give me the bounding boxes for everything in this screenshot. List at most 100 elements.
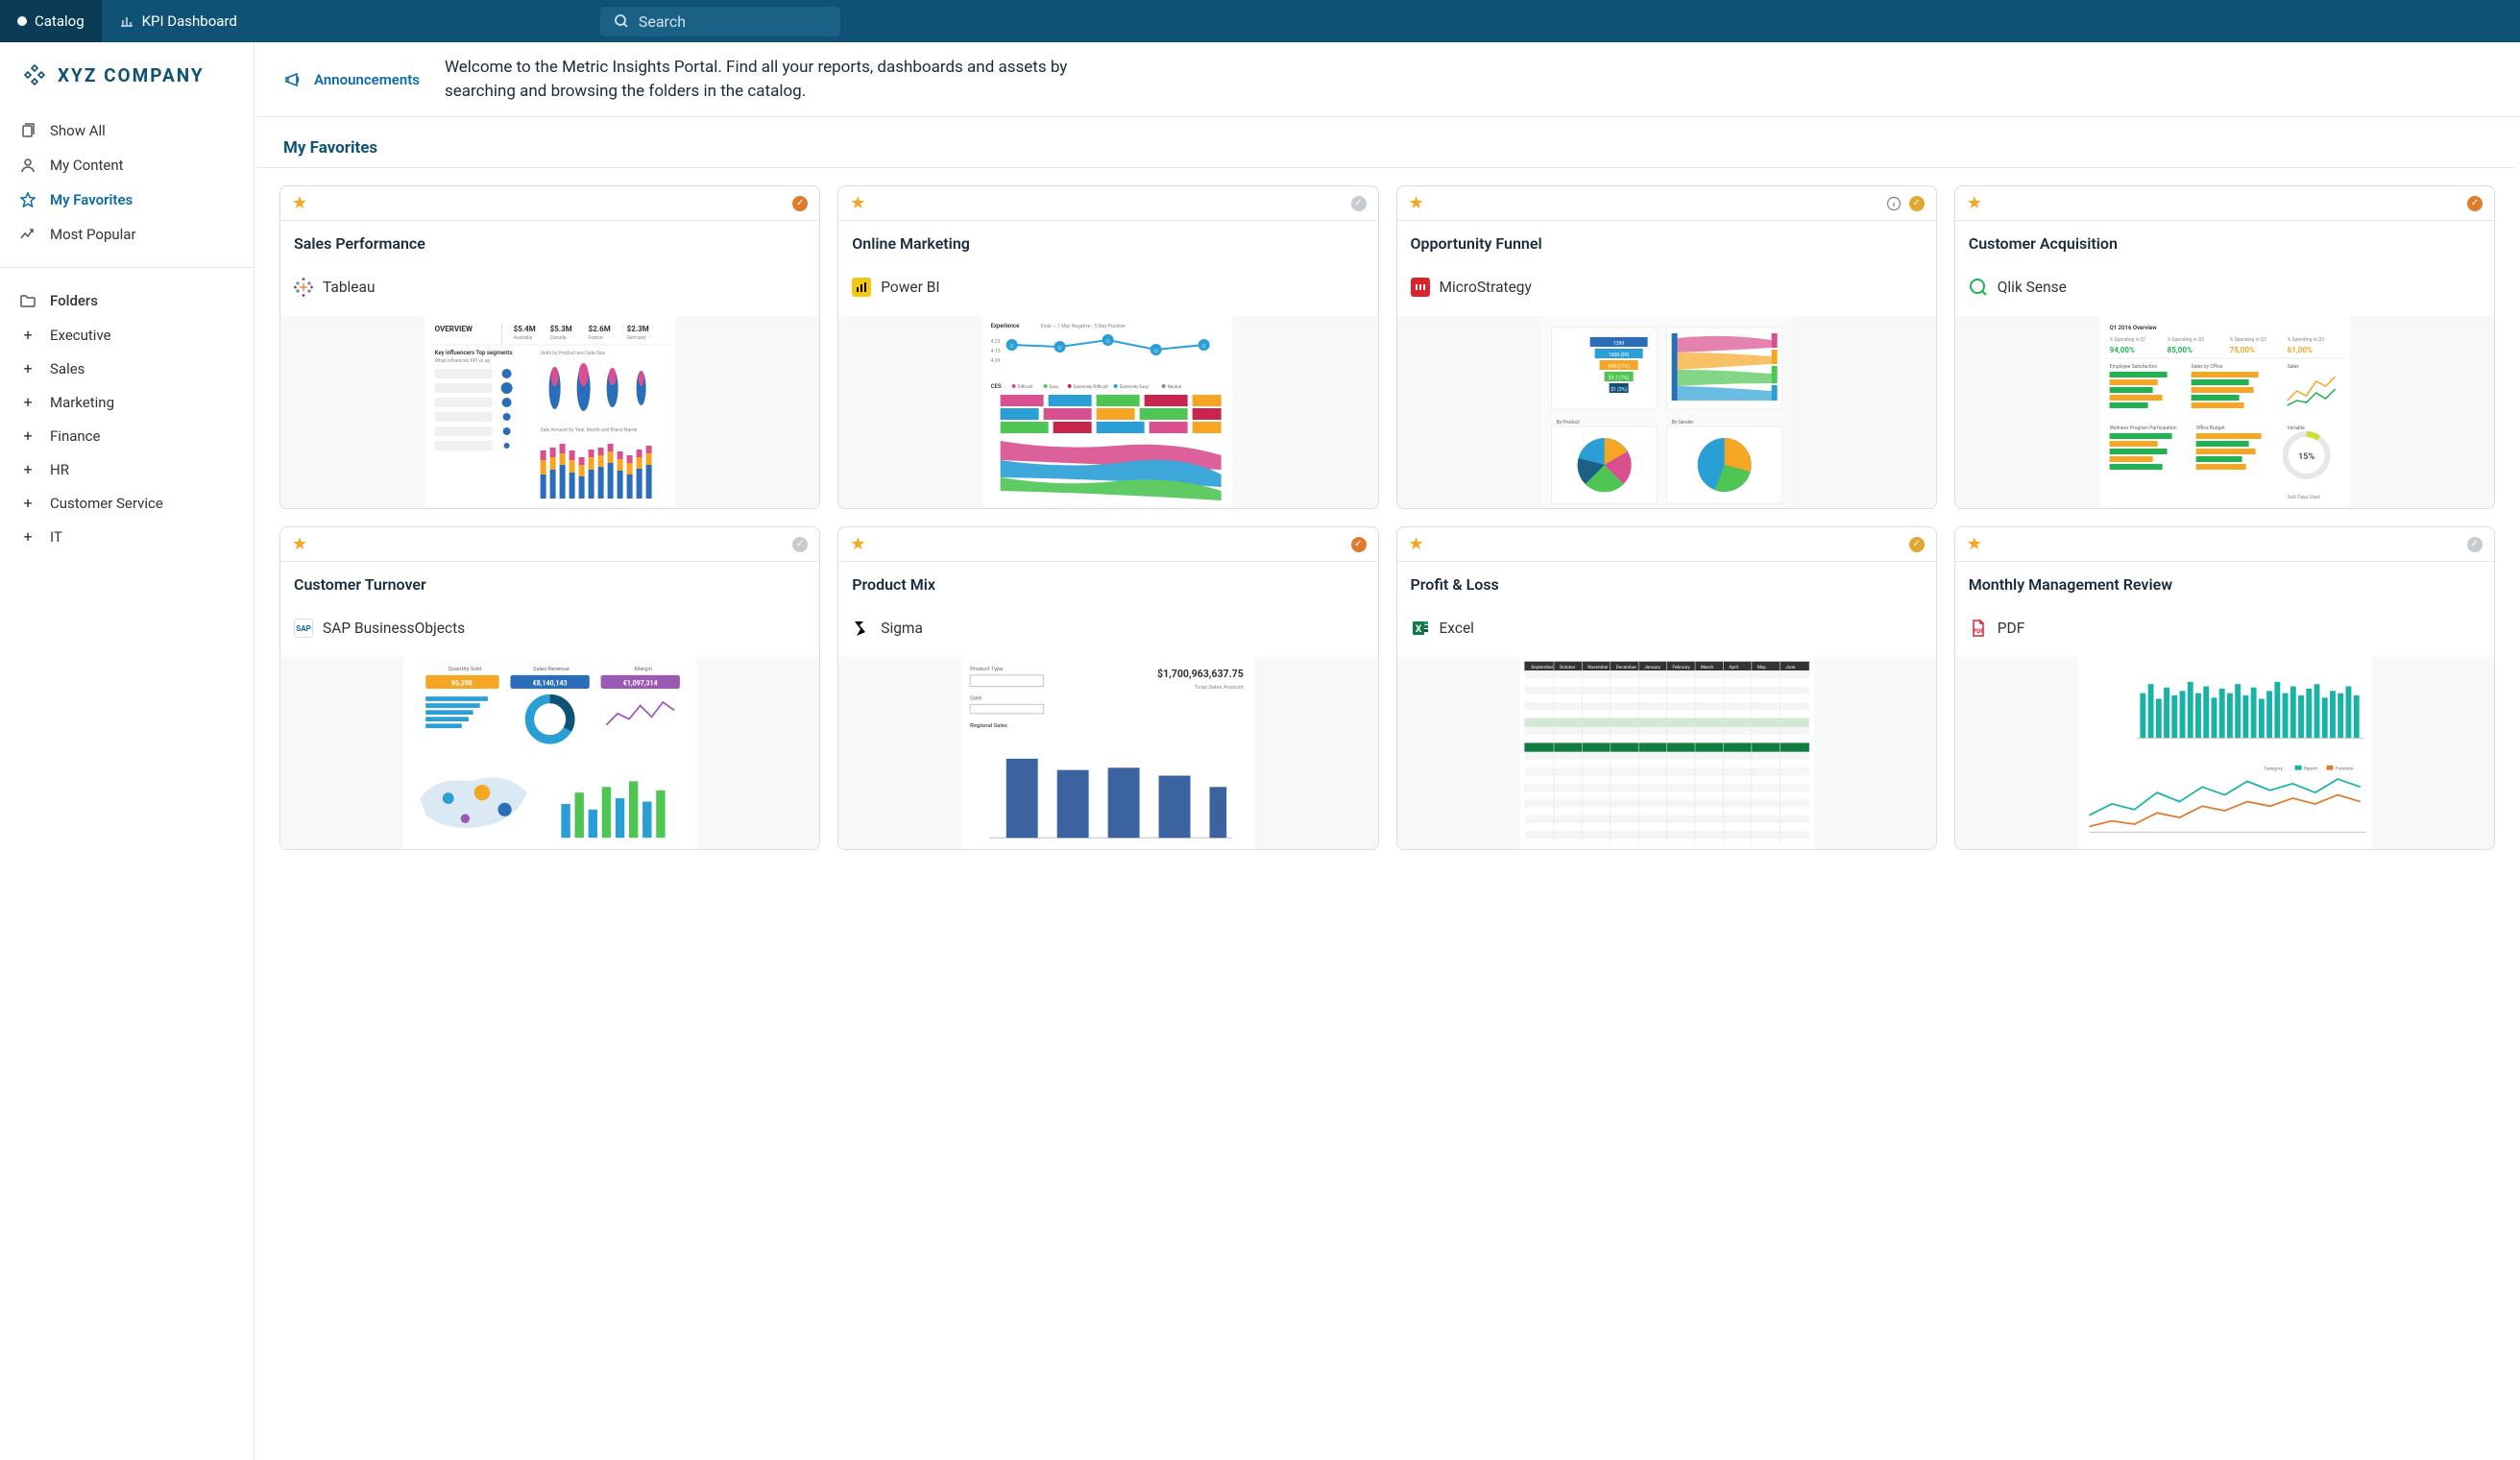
card-source: X Excel (1411, 619, 1923, 638)
nav-my-content[interactable]: My Content (0, 148, 254, 182)
plus-icon: + (19, 426, 36, 445)
folder-marketing[interactable]: +Marketing (0, 385, 254, 419)
folder-sales[interactable]: + Sales (0, 352, 254, 385)
svg-text:Q1 2016 Overview: Q1 2016 Overview (2109, 325, 2157, 331)
folder-executive[interactable]: + Executive (0, 318, 254, 352)
tab-catalog[interactable]: Catalog (0, 0, 102, 42)
folder-hr[interactable]: +HR (0, 452, 254, 486)
svg-text:What influences KPI vs up: What influences KPI vs up (435, 357, 491, 364)
divider (0, 267, 254, 268)
plus-icon: + (19, 359, 36, 377)
svg-text:January: January (1644, 665, 1660, 670)
folder-label: Customer Service (50, 495, 163, 512)
card-thumbnail: Product Type Date $1,700,963,637.75 Tota… (838, 657, 1377, 849)
card-source: PDF PDF (1969, 619, 2481, 638)
card-thumbnail: Q1 2016 Overview % Spending in Q1% Spend… (1955, 316, 2494, 508)
star-icon[interactable]: ★ (1409, 534, 1424, 554)
folder-label: HR (50, 461, 69, 478)
verified-icon: ✓ (792, 537, 808, 552)
plus-icon: + (19, 326, 36, 344)
svg-text:By Product: By Product (1556, 420, 1580, 426)
card-sales-performance[interactable]: ★ ✓ Sales Performance Tableau OVERVIEW (279, 185, 820, 509)
svg-text:4.15: 4.15 (991, 349, 1001, 354)
svg-text:November: November (1587, 665, 1609, 670)
svg-text:Report: Report (2304, 766, 2317, 772)
svg-text:X: X (1415, 624, 1421, 635)
star-icon[interactable]: ★ (292, 193, 307, 213)
svg-text:June: June (1785, 665, 1796, 670)
card-thumbnail: Experience Ends — 1 May Negative - 5 May… (838, 316, 1377, 508)
nav-my-favorites[interactable]: My Favorites (0, 182, 254, 217)
svg-text:Total Sales Amount: Total Sales Amount (1195, 685, 1244, 691)
folder-label: Marketing (50, 394, 114, 411)
svg-text:Key influencers Top segment: Key influencers Top segments (435, 350, 513, 356)
card-source: MicroStrategy (1411, 278, 1923, 297)
search-input[interactable]: Search (600, 7, 840, 36)
tab-kpi-dashboard[interactable]: KPI Dashboard (102, 0, 254, 42)
card-product-mix[interactable]: ★ ✓ Product Mix Sigma Product Type D (837, 526, 1378, 850)
verified-icon: ✓ (1909, 196, 1925, 211)
card-customer-turnover[interactable]: ★ ✓ Customer Turnover SAP SAP BusinessOb… (279, 526, 820, 850)
card-monthly-management-review[interactable]: ★ ✓ Monthly Management Review PDF PDF (1954, 526, 2495, 850)
svg-text:Canada: Canada (550, 335, 567, 341)
nav-most-popular[interactable]: Most Popular (0, 217, 254, 252)
svg-text:Sales: Sales (2287, 364, 2299, 370)
folder-it[interactable]: +IT (0, 520, 254, 553)
nav-show-all[interactable]: Show All (0, 113, 254, 148)
tab-label: Catalog (35, 12, 85, 30)
svg-text:Sick Days Used: Sick Days Used (2287, 495, 2319, 500)
favorites-grid: ★ ✓ Sales Performance Tableau OVERVIEW (254, 185, 2520, 879)
svg-text:€8,140,143: €8,140,143 (533, 679, 568, 688)
verified-icon: ✓ (2467, 537, 2483, 552)
folder-customer-service[interactable]: +Customer Service (0, 486, 254, 520)
svg-text:$1.7 (7%): $1.7 (7%) (1609, 375, 1629, 381)
nav-label: Most Popular (50, 226, 136, 243)
svg-text:% Spending in Q3: % Spending in Q3 (2287, 337, 2324, 343)
star-icon[interactable]: ★ (292, 534, 307, 554)
svg-text:☺: ☺ (1057, 345, 1063, 352)
circle-icon (17, 16, 27, 26)
svg-text:1399: 1399 (1613, 341, 1624, 347)
card-source: Power BI (852, 278, 1364, 297)
svg-text:Margin: Margin (635, 667, 652, 672)
card-title: Opportunity Funnel (1411, 234, 1923, 253)
svg-text:October: October (1559, 665, 1575, 670)
source-label: Power BI (881, 279, 939, 296)
card-title: Customer Turnover (294, 575, 806, 594)
card-profit-loss[interactable]: ★ ✓ Profit & Loss X Excel (1396, 526, 1937, 850)
info-icon[interactable] (1886, 196, 1902, 211)
star-icon[interactable]: ★ (1409, 193, 1424, 213)
card-source: SAP SAP BusinessObjects (294, 619, 806, 638)
star-icon[interactable]: ★ (1967, 193, 1982, 213)
card-customer-acquisition[interactable]: ★ ✓ Customer Acquisition Qlik Sense Q1 2… (1954, 185, 2495, 509)
card-opportunity-funnel[interactable]: ★ ✓ Opportunity Funnel MicroStrategy (1396, 185, 1937, 509)
svg-text:CES: CES (991, 383, 1002, 390)
folder-label: Finance (50, 427, 100, 445)
svg-text:$2.3M: $2.3M (627, 325, 649, 333)
svg-text:Experience: Experience (991, 323, 1020, 329)
plus-icon: + (19, 527, 36, 546)
nav-label: Show All (50, 122, 106, 139)
company-logo[interactable]: XYZ COMPANY (0, 42, 254, 108)
announcements-link[interactable]: Announcements (283, 70, 420, 89)
star-icon[interactable]: ★ (850, 534, 865, 554)
card-source: Sigma (852, 619, 1364, 638)
folder-label: Executive (50, 327, 111, 344)
star-icon[interactable]: ★ (1967, 534, 1982, 554)
pdf-icon: PDF (1969, 619, 1988, 638)
main-content: Announcements Welcome to the Metric Insi… (254, 42, 2520, 1460)
star-icon[interactable]: ★ (850, 193, 865, 213)
verified-icon: ✓ (792, 196, 808, 211)
section-title: My Favorites (254, 117, 2516, 168)
svg-text:Extremely Easy: Extremely Easy (1120, 384, 1150, 390)
svg-text:PDF: PDF (1973, 628, 1984, 635)
card-online-marketing[interactable]: ★ ✓ Online Marketing Power BI Experience… (837, 185, 1378, 509)
folder-label: Sales (50, 360, 85, 377)
svg-text:€1,097,314: €1,097,314 (623, 679, 658, 688)
topbar: Catalog KPI Dashboard Search (0, 0, 2520, 42)
folder-finance[interactable]: + Finance (0, 419, 254, 452)
svg-text:☺: ☺ (1153, 348, 1159, 354)
svg-text:December: December (1615, 665, 1636, 670)
card-thumbnail: Quantity Sold Sales Revenue Margin 95,29… (280, 657, 819, 849)
folders-header[interactable]: Folders (0, 283, 254, 318)
